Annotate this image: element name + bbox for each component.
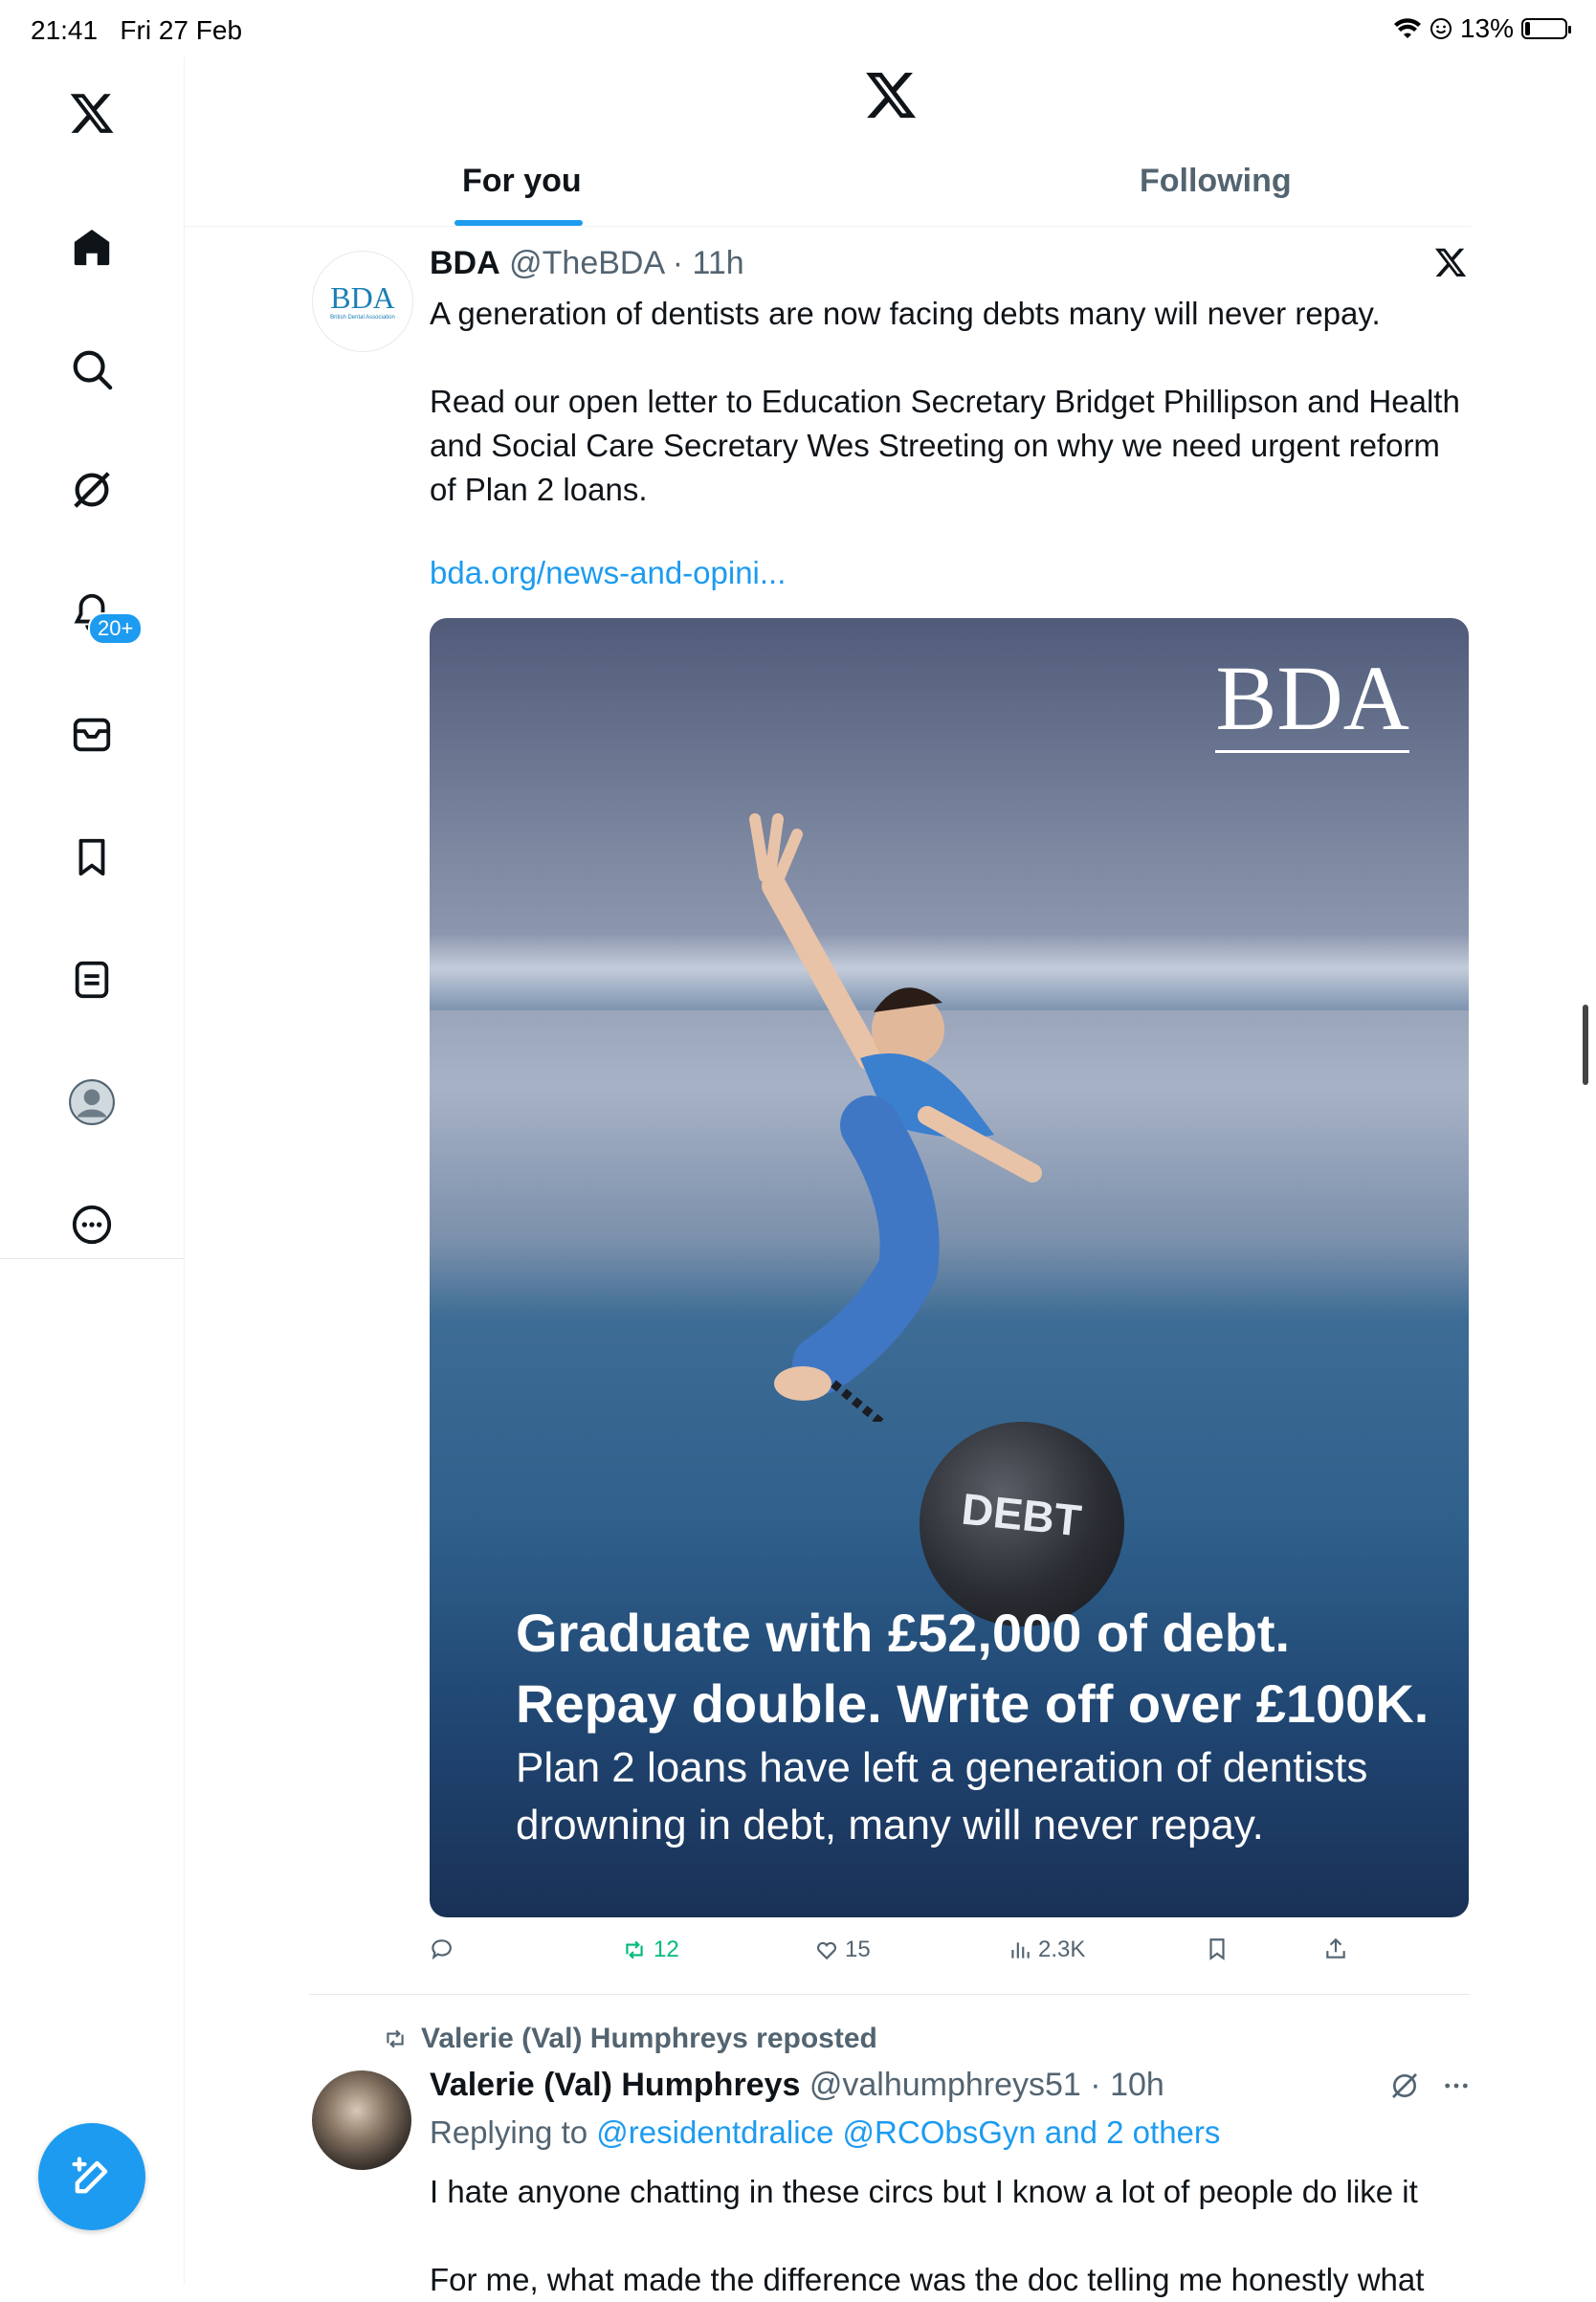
image-headline: Graduate with £52,000 of debt. Repay dou… xyxy=(516,1598,1429,1739)
post-paragraph: For me, what made the difference was the… xyxy=(430,2262,1425,2297)
tab-for-you[interactable]: For you xyxy=(462,163,582,200)
scrollbar[interactable] xyxy=(1583,1005,1588,1085)
repost-label: Valerie (Val) Humphreys reposted xyxy=(421,2023,877,2054)
sidebar-divider xyxy=(0,1258,184,1259)
repost-small-icon xyxy=(387,2029,404,2048)
lists-icon[interactable] xyxy=(63,951,121,1008)
post-actions: 12 15 2.3K xyxy=(430,1937,1469,1975)
grok-icon[interactable] xyxy=(63,461,121,519)
search-icon[interactable] xyxy=(63,341,121,398)
like-count: 15 xyxy=(845,1937,871,1962)
view-count: 2.3K xyxy=(1038,1937,1086,1962)
post-age[interactable]: 11h xyxy=(692,245,743,281)
post-paragraph: I hate anyone chatting in these circs bu… xyxy=(430,2174,1418,2209)
notifications-badge: 20+ xyxy=(88,612,144,645)
post-divider xyxy=(309,1994,1470,1995)
author-handle[interactable]: @TheBDA xyxy=(509,245,663,281)
tab-following[interactable]: Following xyxy=(1140,163,1292,200)
replying-mentions[interactable]: @residentdralice @RCObsGyn and 2 others xyxy=(596,2114,1220,2150)
replying-to: Replying to @residentdralice @RCObsGyn a… xyxy=(430,2114,1220,2151)
smiley-icon xyxy=(1430,18,1452,39)
views-button[interactable]: 2.3K xyxy=(1008,1937,1085,1963)
compose-button[interactable] xyxy=(38,2123,145,2230)
profile-avatar-icon[interactable] xyxy=(63,1074,121,1131)
active-tab-indicator xyxy=(454,220,583,226)
heart-icon xyxy=(817,1941,836,1960)
status-bar: 21:41 Fri 27 Feb 13% xyxy=(0,0,1596,57)
post-age[interactable]: 10h xyxy=(1110,2067,1164,2103)
reply-icon xyxy=(432,1939,452,1960)
post-paragraph: A generation of dentists are now facing … xyxy=(430,296,1381,331)
image-subline-line: Plan 2 loans have left a generation of d… xyxy=(516,1744,1368,1791)
compose-icon xyxy=(72,2157,108,2194)
debt-ball-label: DEBT xyxy=(960,1483,1084,1546)
wifi-icon xyxy=(1393,18,1421,38)
views-icon xyxy=(1011,1942,1030,1959)
post-header: BDA @TheBDA · 11h xyxy=(430,245,744,282)
more-options-icon[interactable] xyxy=(1441,2070,1472,2101)
image-logo: BDA xyxy=(1215,653,1409,753)
avatar-logo-subtext: British Dental Association xyxy=(330,315,395,321)
drowning-man-illustration xyxy=(749,813,1042,1422)
messages-icon[interactable] xyxy=(63,706,121,764)
replying-prefix: Replying to xyxy=(430,2114,588,2150)
bookmark-post-button[interactable] xyxy=(1205,1937,1230,1961)
battery-percent: 13% xyxy=(1459,13,1514,43)
bda-avatar[interactable]: BDA British Dental Association xyxy=(312,251,413,352)
battery-icon xyxy=(1521,18,1571,39)
meta-dot: · xyxy=(663,245,693,281)
post-text: I hate anyone chatting in these circs bu… xyxy=(430,2170,1473,2302)
image-headline-line: Repay double. Write off over £100K. xyxy=(516,1673,1430,1734)
more-icon[interactable] xyxy=(63,1196,121,1253)
post-paragraph: Read our open letter to Education Secret… xyxy=(430,384,1460,507)
grok-icon[interactable] xyxy=(1389,2070,1420,2101)
sidebar: 20+ xyxy=(0,57,185,2285)
repost-indicator[interactable]: Valerie (Val) Humphreys reposted xyxy=(381,2023,877,2055)
avatar-logo-text: BDA xyxy=(330,280,395,315)
share-icon xyxy=(1326,1937,1345,1959)
share-button[interactable] xyxy=(1323,1937,1348,1961)
post-header-icons xyxy=(1389,2070,1472,2101)
val-avatar[interactable] xyxy=(312,2070,411,2170)
post-image[interactable]: BDA DEBT Graduate with £52,000 of debt. … xyxy=(430,618,1469,1917)
timeline-tabs: For you Following xyxy=(185,144,1472,227)
author-name[interactable]: Valerie (Val) Humphreys xyxy=(430,2067,800,2103)
x-grok-icon[interactable] xyxy=(1433,245,1468,279)
repost-icon xyxy=(626,1940,643,1959)
post-text: A generation of dentists are now facing … xyxy=(430,292,1473,512)
repost-count: 12 xyxy=(654,1937,679,1962)
battery-fill xyxy=(1525,22,1530,35)
status-right: 13% xyxy=(1393,13,1571,44)
author-handle[interactable]: @valhumphreys51 xyxy=(809,2067,1081,2103)
post-link[interactable]: bda.org/news-and-opini... xyxy=(430,555,786,591)
reply-button[interactable] xyxy=(430,1937,454,1961)
meta-dot: · xyxy=(1080,2067,1111,2103)
repost-button[interactable]: 12 xyxy=(621,1937,679,1963)
debt-ball: DEBT xyxy=(920,1422,1124,1627)
status-time: 21:41 Fri 27 Feb xyxy=(31,15,243,45)
image-headline-line: Graduate with £52,000 of debt. xyxy=(516,1603,1291,1663)
image-subline: Plan 2 loans have left a generation of d… xyxy=(516,1739,1367,1854)
x-header-logo-icon[interactable] xyxy=(863,67,919,122)
x-logo-icon[interactable] xyxy=(63,84,121,142)
author-name[interactable]: BDA xyxy=(430,245,500,281)
post-header: Valerie (Val) Humphreys @valhumphreys51 … xyxy=(430,2067,1164,2104)
home-icon[interactable] xyxy=(63,218,121,276)
bookmark-icon[interactable] xyxy=(63,829,121,886)
bookmark-post-icon xyxy=(1209,1938,1225,1960)
image-subline-line: drowning in debt, many will never repay. xyxy=(516,1802,1264,1848)
like-button[interactable]: 15 xyxy=(814,1937,871,1963)
